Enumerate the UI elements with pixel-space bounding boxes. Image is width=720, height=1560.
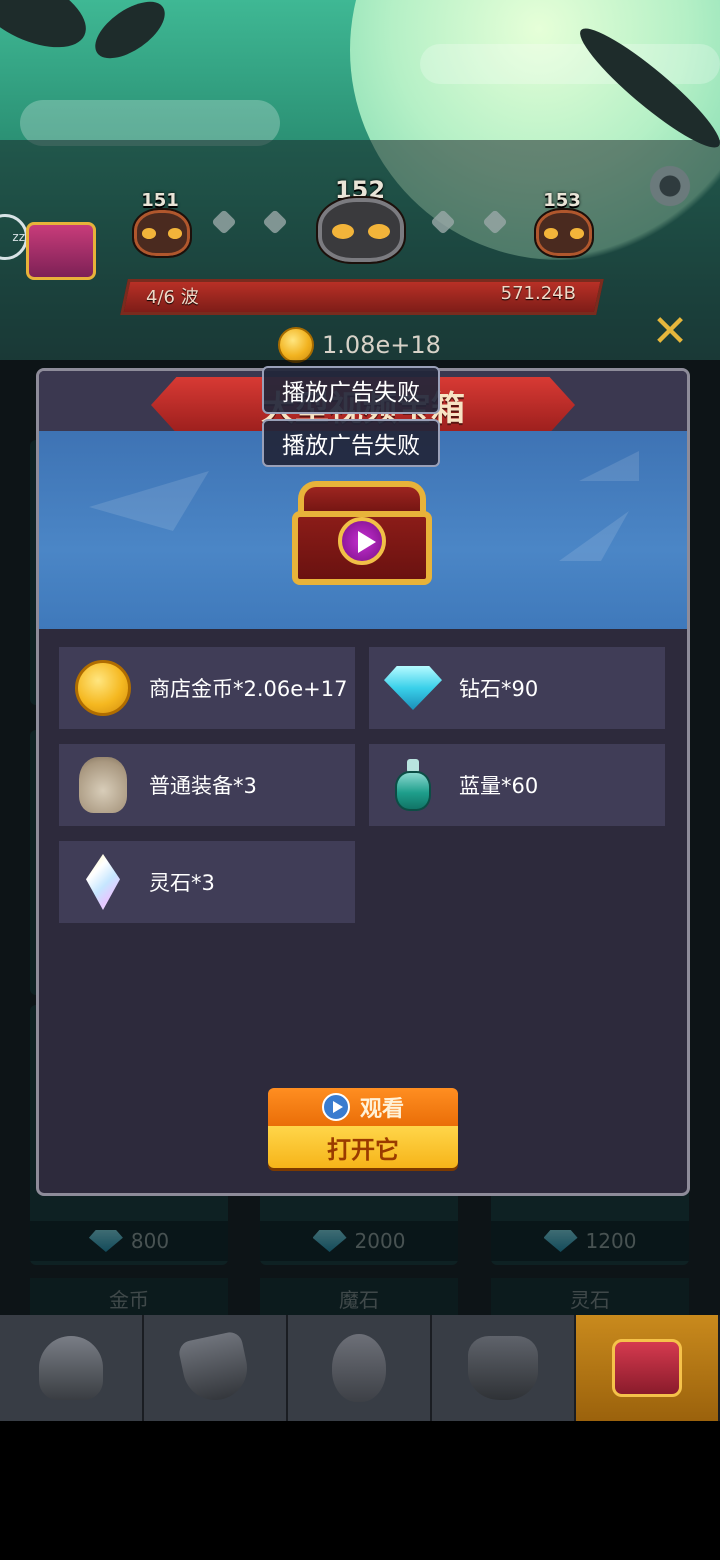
decor-shard [89,471,209,531]
wave-label: 4/6 波 [146,287,199,308]
reward-item: 灵石*3 [59,841,355,923]
watch-row: 观看 [268,1088,458,1126]
armor-icon [468,1336,538,1400]
spirit-stone-icon [73,852,133,912]
reward-label: 普通装备*3 [149,774,257,798]
tab-armor[interactable] [432,1315,576,1421]
coin-balance: 1.08e+18 [278,327,441,363]
toast-message: 播放广告失败 [262,366,440,414]
video-chest-dialog: 大型视频宝箱 商店金币*2.06e+17 钻石*90 普通装备*3 蓝量*60 … [36,368,690,1196]
skull-icon [132,208,192,258]
decor-shard [579,451,639,481]
mana-potion-icon [383,755,443,815]
tab-shop[interactable] [576,1315,720,1421]
diamond-icon [383,658,443,718]
reward-label: 钻石*90 [459,677,539,701]
screen-bottom [0,1421,720,1560]
close-icon[interactable]: ✕ [648,310,692,354]
tab-pet[interactable] [288,1315,432,1421]
reward-item: 蓝量*60 [369,744,665,826]
play-circle-icon [321,1093,350,1121]
cloud [420,44,720,84]
gold-coin-icon [278,327,314,363]
reward-label: 蓝量*60 [459,774,539,798]
reward-label: 商店金币*2.06e+17 [149,677,348,701]
reward-label: 灵石*3 [149,871,215,895]
settings-gear-icon[interactable] [646,162,694,210]
treasure-chest-icon [612,1339,682,1397]
treasure-chest-icon[interactable] [26,222,96,280]
bottom-nav [0,1315,720,1421]
wave-hp-value: 571.24B [500,283,576,304]
boss-skull-icon [316,196,406,264]
play-triangle [358,531,376,553]
shield-sword-icon [177,1330,253,1406]
watch-label: 观看 [359,1097,404,1122]
play-icon[interactable] [338,517,386,565]
video-chest-icon[interactable] [292,481,432,585]
open-label: 打开它 [268,1126,458,1168]
reward-item: 普通装备*3 [59,744,355,826]
coin-balance-value: 1.08e+18 [322,331,441,359]
branch [85,0,175,70]
reward-item: 商店金币*2.06e+17 [59,647,355,729]
toast-message: 播放广告失败 [262,419,440,467]
reward-item: 钻石*90 [369,647,665,729]
gold-coin-icon [73,658,133,718]
tab-equipment[interactable] [144,1315,288,1421]
tab-hero[interactable] [0,1315,144,1421]
skull-icon [534,208,594,258]
equipment-sack-icon [73,755,133,815]
helmet-icon [39,1336,103,1400]
branch [0,0,98,63]
egg-icon [332,1334,386,1402]
watch-ad-open-button[interactable]: 观看 打开它 [268,1088,458,1168]
decor-shard [559,511,629,561]
